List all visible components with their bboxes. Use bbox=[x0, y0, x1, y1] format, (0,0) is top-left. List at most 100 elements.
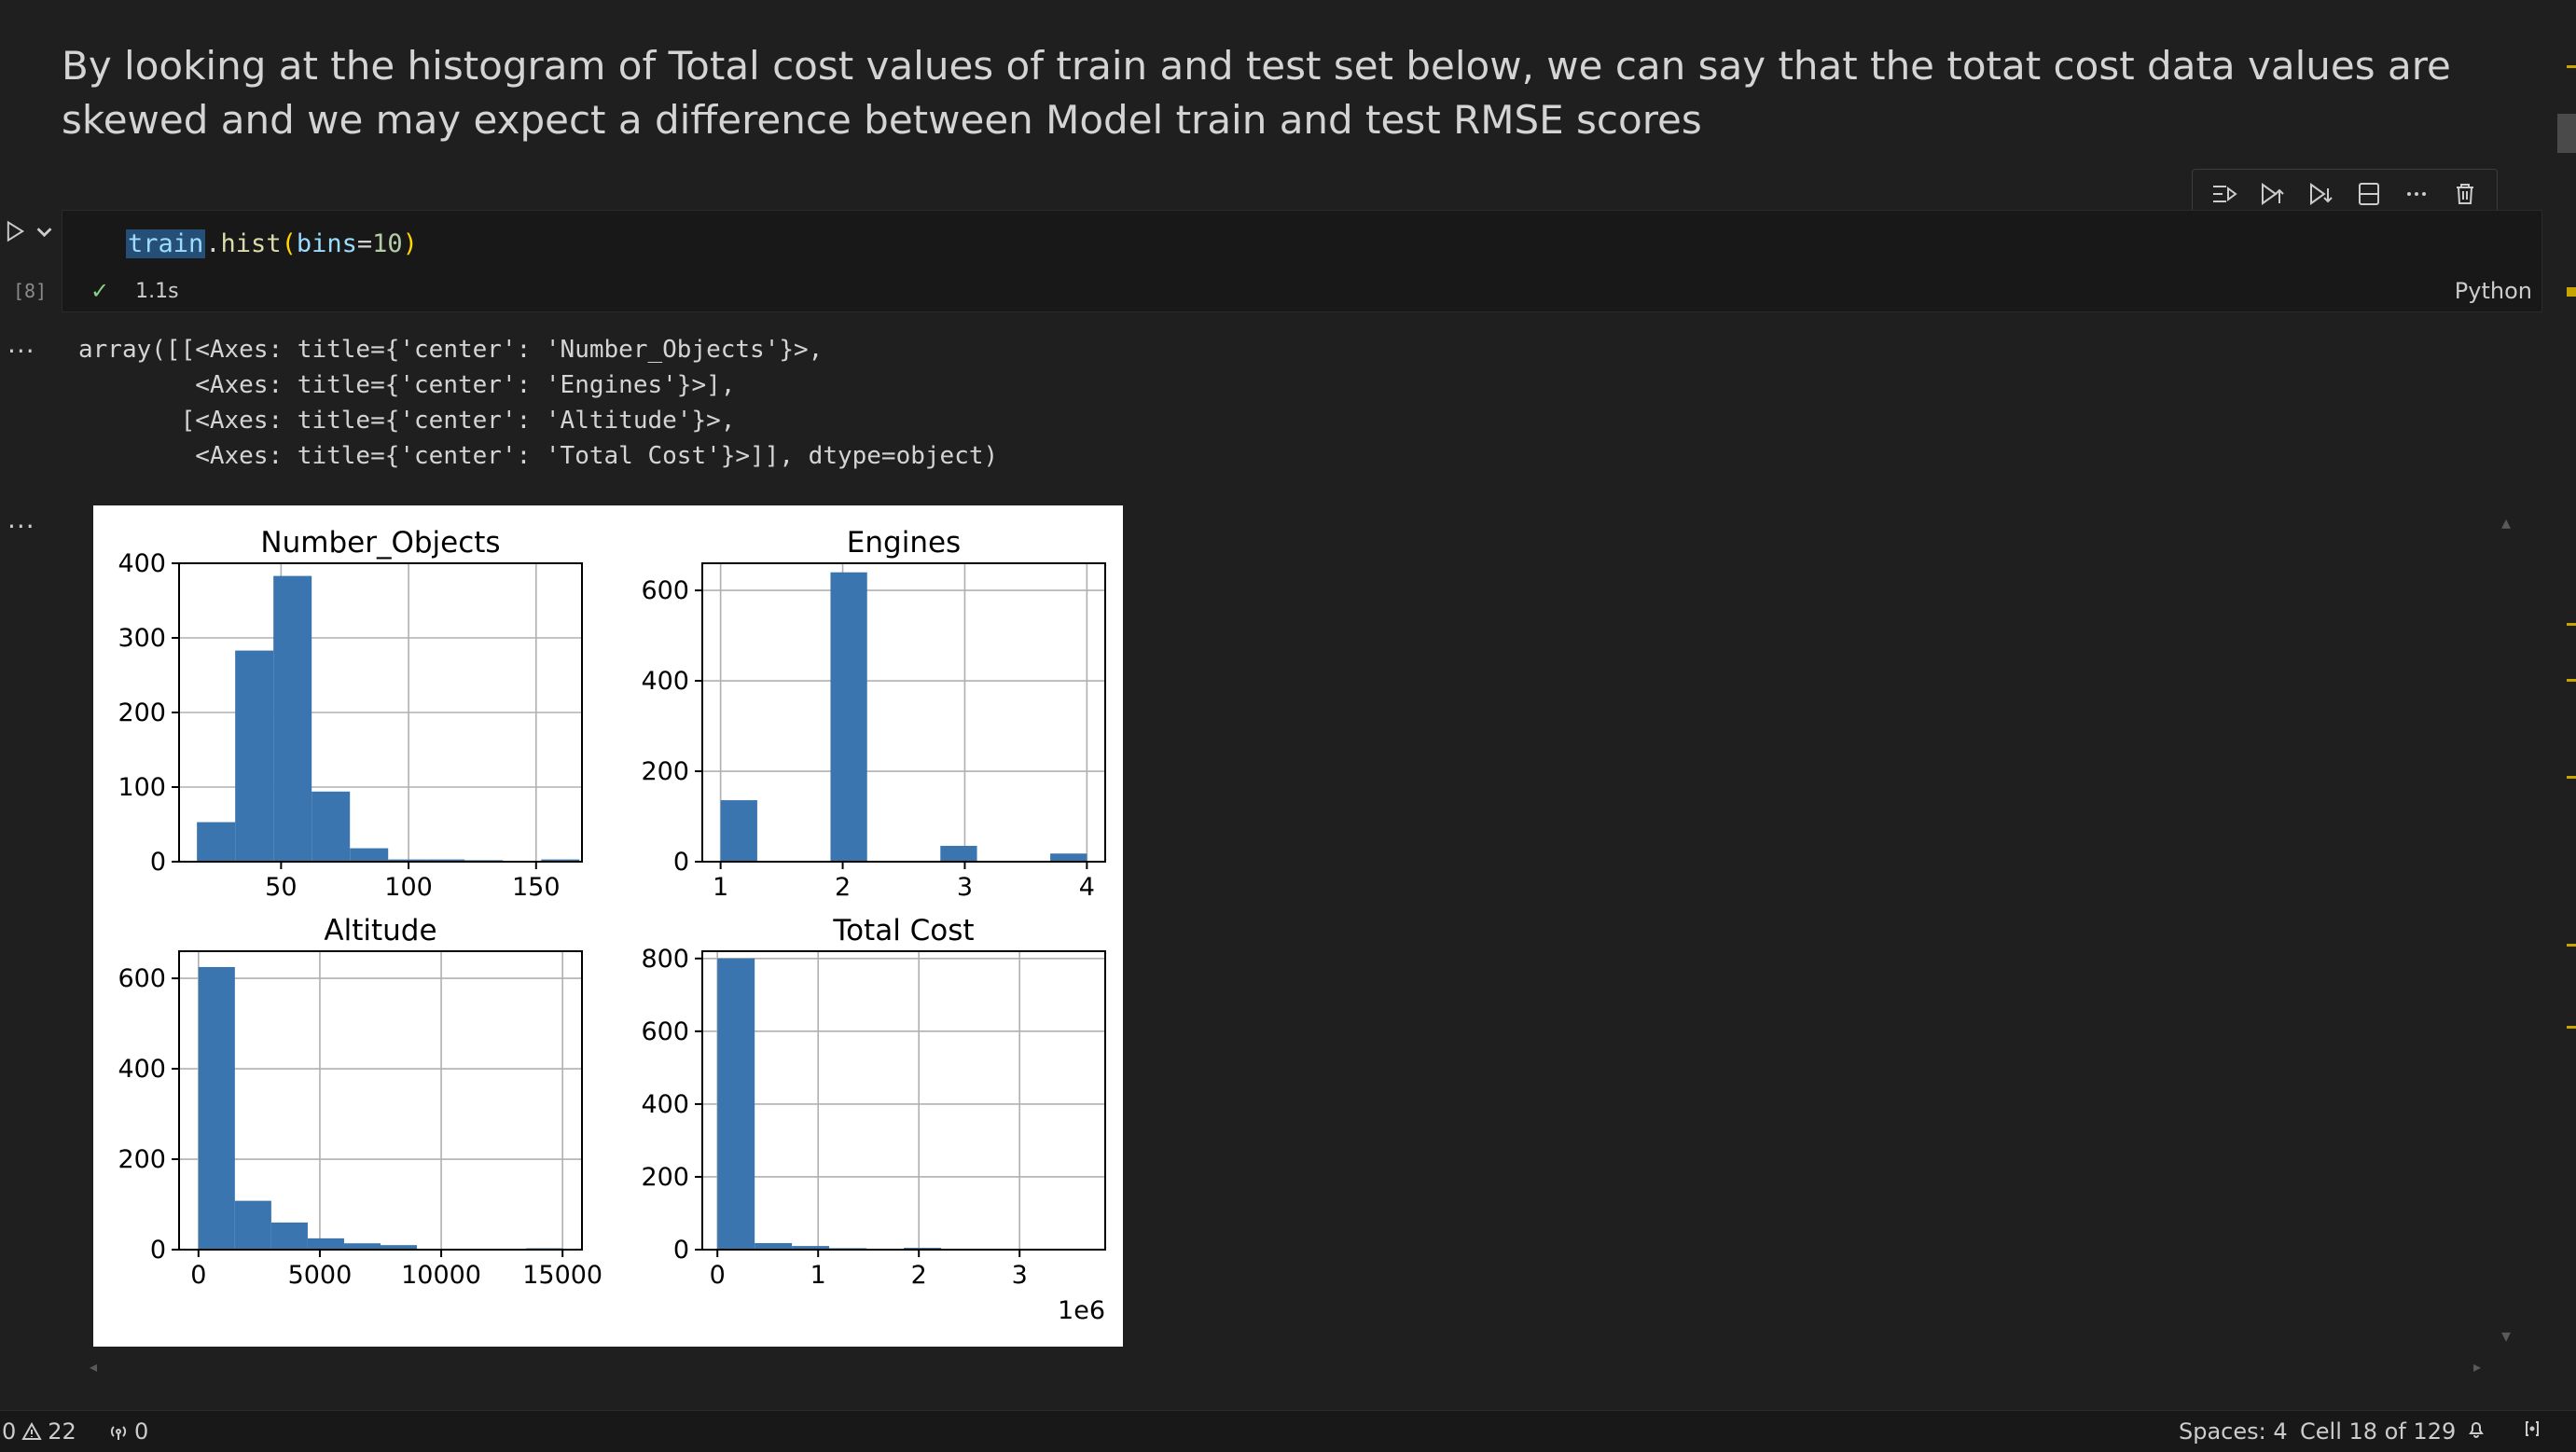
code-token-paren: ( bbox=[281, 229, 297, 258]
histogram-bar bbox=[830, 572, 867, 862]
overview-ruler-mark bbox=[2567, 679, 2576, 682]
execute-above-icon[interactable] bbox=[2206, 175, 2243, 213]
split-cell-icon[interactable] bbox=[2350, 175, 2388, 213]
ports-indicator[interactable]: 0 bbox=[108, 1418, 148, 1445]
x-tick-label: 5000 bbox=[288, 1261, 353, 1290]
axes-frame bbox=[701, 950, 1106, 1251]
x-tick-label: 2 bbox=[911, 1261, 927, 1290]
x-tick-label: 0 bbox=[710, 1261, 726, 1290]
overview-ruler-mark bbox=[2567, 65, 2576, 68]
markdown-cell-text: By looking at the histogram of Total cos… bbox=[62, 43, 2451, 143]
run-below-icon[interactable] bbox=[2302, 175, 2339, 213]
x-tick-label: 150 bbox=[512, 873, 561, 902]
histogram-bar bbox=[198, 966, 235, 1250]
code-line[interactable]: train.hist(bins=10) bbox=[126, 229, 418, 258]
code-token-variable: train bbox=[126, 229, 206, 258]
y-tick-label: 200 bbox=[118, 698, 166, 727]
scroll-up-icon[interactable]: ▴ bbox=[2501, 511, 2511, 533]
x-tick-label: 4 bbox=[1079, 873, 1095, 902]
overview-ruler-mark bbox=[2567, 623, 2576, 626]
subplot-title: Altitude bbox=[324, 914, 436, 947]
y-tick-label: 200 bbox=[118, 1145, 166, 1174]
histogram-bar bbox=[343, 1243, 381, 1250]
histogram-svg: 50 100 1500100200300400Number_Objects1 2 3 40… bbox=[118, 526, 1106, 1325]
axes-frame bbox=[701, 562, 1106, 863]
y-tick-label: 100 bbox=[118, 773, 166, 802]
y-tick-label: 600 bbox=[641, 576, 689, 605]
y-tick-label: 0 bbox=[673, 848, 689, 877]
subplot-title: Engines bbox=[847, 526, 961, 560]
histogram-bar bbox=[273, 575, 312, 862]
histogram-bar bbox=[940, 846, 977, 862]
bell-icon[interactable] bbox=[2466, 1418, 2486, 1439]
x-tick-label: 3 bbox=[957, 873, 973, 902]
code-token-dot: . bbox=[205, 229, 221, 258]
x-tick-label: 10000 bbox=[401, 1261, 481, 1290]
y-tick-label: 300 bbox=[118, 624, 166, 653]
error-count: 0 bbox=[2, 1418, 17, 1445]
overview-ruler-mark bbox=[2567, 1026, 2576, 1029]
output-more-icon[interactable]: ... bbox=[7, 328, 35, 359]
histogram-bar bbox=[307, 1238, 344, 1250]
output-more-icon[interactable]: ... bbox=[7, 504, 35, 534]
histogram-bar bbox=[235, 650, 274, 862]
y-tick-label: 0 bbox=[673, 1236, 689, 1265]
feedback-icon[interactable] bbox=[2522, 1418, 2542, 1439]
play-icon bbox=[7, 220, 25, 242]
output-text: array([[<Axes: title={'center': 'Number_… bbox=[78, 336, 999, 470]
code-cell-editor[interactable]: train.hist(bins=10) ✓ 1.1s Python bbox=[62, 210, 2542, 312]
cell-position-indicator[interactable]: Cell 18 of 129 bbox=[2300, 1418, 2456, 1445]
overview-ruler-mark bbox=[2567, 287, 2576, 297]
y-tick-label: 400 bbox=[641, 1090, 689, 1119]
delete-cell-icon[interactable] bbox=[2446, 175, 2484, 213]
histogram-figure: 50 100 150 0 100 200 300 400 Number_Objects 1 2 3 4 0… bbox=[93, 505, 1123, 1347]
x-offset-label: 1e6 bbox=[1058, 1296, 1105, 1325]
language-label[interactable]: Python bbox=[2455, 278, 2532, 304]
scroll-right-icon[interactable]: ▸ bbox=[2473, 1358, 2481, 1376]
code-token-arg: bins bbox=[296, 229, 357, 258]
x-tick-label: 3 bbox=[1012, 1261, 1028, 1290]
problems-indicator[interactable]: 0 22 bbox=[2, 1418, 76, 1445]
histogram-bar bbox=[1050, 853, 1087, 862]
execution-time: 1.1s bbox=[135, 279, 179, 303]
y-tick-label: 600 bbox=[641, 1017, 689, 1046]
histogram-bar bbox=[720, 800, 757, 862]
check-icon: ✓ bbox=[90, 278, 110, 304]
histogram-bar bbox=[197, 822, 236, 862]
y-tick-label: 0 bbox=[150, 848, 166, 877]
subplot-title: Number_Objects bbox=[260, 526, 500, 560]
x-tick-label: 1 bbox=[713, 873, 728, 902]
y-tick-label: 800 bbox=[641, 945, 689, 974]
histogram-bar bbox=[234, 1200, 271, 1250]
scrollbar-thumb[interactable] bbox=[2557, 114, 2576, 153]
x-tick-label: 0 bbox=[190, 1261, 206, 1290]
overview-ruler-mark bbox=[2567, 944, 2576, 947]
y-tick-label: 600 bbox=[118, 964, 166, 993]
histogram-bar bbox=[717, 958, 755, 1250]
ports-count: 0 bbox=[134, 1418, 149, 1445]
overview-ruler-mark bbox=[2567, 776, 2576, 779]
code-token-equals: = bbox=[356, 229, 373, 258]
y-tick-label: 400 bbox=[118, 1055, 166, 1084]
y-tick-label: 0 bbox=[150, 1236, 166, 1265]
execution-status: ✓ 1.1s bbox=[90, 278, 179, 304]
histogram-bar bbox=[270, 1222, 308, 1250]
code-token-paren: ) bbox=[402, 229, 418, 258]
scroll-left-icon[interactable]: ◂ bbox=[90, 1358, 97, 1376]
more-actions-icon[interactable] bbox=[2398, 175, 2435, 213]
execution-count: [8] bbox=[13, 280, 48, 302]
histogram-bar bbox=[312, 791, 351, 862]
code-token-number: 10 bbox=[372, 229, 403, 258]
histogram-bar bbox=[350, 848, 389, 862]
x-tick-label: 50 bbox=[265, 873, 297, 902]
x-tick-label: 100 bbox=[384, 873, 433, 902]
chevron-down-icon[interactable] bbox=[33, 219, 56, 243]
run-cell-button[interactable] bbox=[4, 214, 56, 248]
indentation-indicator[interactable]: Spaces: 4 bbox=[2179, 1418, 2288, 1445]
run-above-icon[interactable] bbox=[2253, 175, 2291, 213]
x-tick-label: 15000 bbox=[522, 1261, 602, 1290]
scroll-down-icon[interactable]: ▾ bbox=[2501, 1324, 2511, 1347]
histogram-bar bbox=[755, 1242, 793, 1250]
x-tick-label: 1 bbox=[810, 1261, 826, 1290]
code-token-function: hist bbox=[220, 229, 282, 258]
